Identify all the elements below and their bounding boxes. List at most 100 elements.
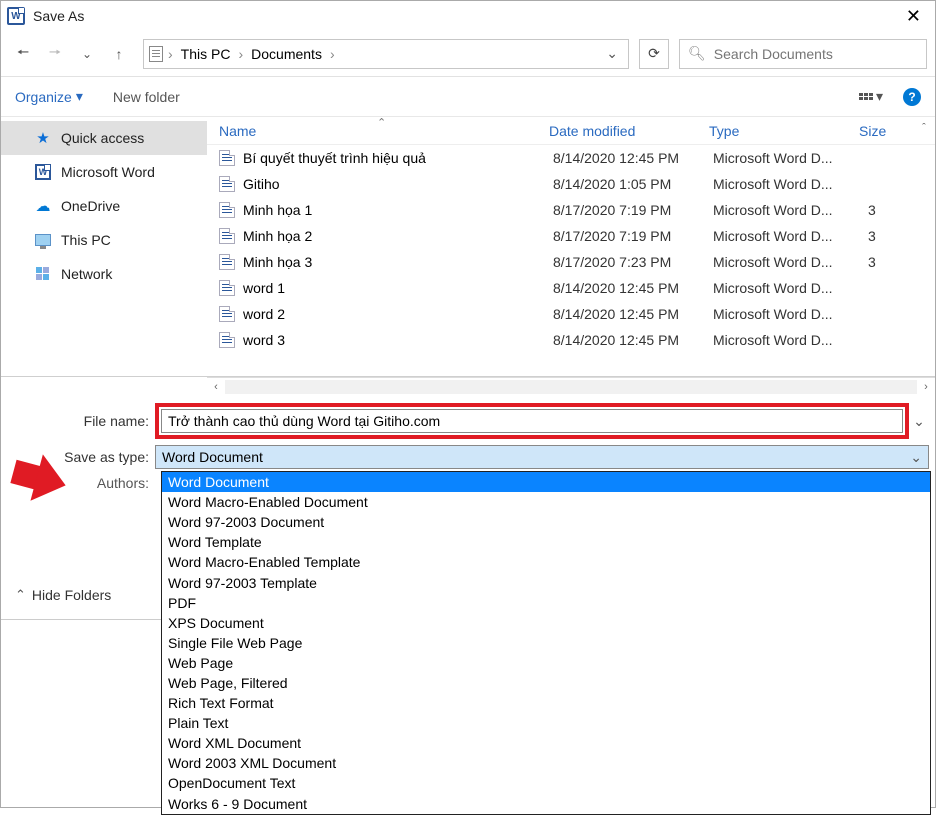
dropdown-option[interactable]: OpenDocument Text — [162, 773, 930, 793]
dropdown-option[interactable]: Rich Text Format — [162, 693, 930, 713]
search-icon: 🔍︎ — [688, 45, 706, 62]
col-header-type[interactable]: Type — [709, 123, 859, 139]
file-date: 8/17/2020 7:19 PM — [553, 202, 713, 218]
file-size: 3 — [868, 254, 876, 270]
file-name: word 1 — [243, 280, 553, 296]
dropdown-option[interactable]: Web Page — [162, 653, 930, 673]
word-doc-icon — [219, 228, 235, 244]
sidebar-item-label: OneDrive — [61, 198, 120, 214]
hide-folders-label: Hide Folders — [32, 587, 111, 603]
toolbar: Organize ▾ New folder ▾ ? — [1, 77, 935, 117]
chevron-right-icon[interactable]: › — [238, 46, 243, 62]
file-type: Microsoft Word D... — [713, 150, 868, 166]
filename-row: File name: ⌄ — [7, 403, 929, 439]
filename-highlight — [155, 403, 909, 439]
word-icon: W — [35, 164, 51, 180]
breadcrumb[interactable]: › This PC › Documents › ⌄ — [143, 39, 629, 69]
word-doc-icon — [219, 176, 235, 192]
table-row[interactable]: word 28/14/2020 12:45 PMMicrosoft Word D… — [207, 301, 935, 327]
breadcrumb-dropdown-button[interactable]: ⌄ — [600, 45, 624, 62]
refresh-button[interactable]: ⟳ — [639, 39, 669, 69]
table-row[interactable]: Minh họa 38/17/2020 7:23 PMMicrosoft Wor… — [207, 249, 935, 275]
table-row[interactable]: Bí quyết thuyết trình hiệu quả8/14/2020 … — [207, 145, 935, 171]
organize-button[interactable]: Organize ▾ — [15, 88, 83, 105]
file-name: Minh họa 2 — [243, 228, 553, 244]
navbar: 🠔 🠖 ⌄ ↑ › This PC › Documents › ⌄ ⟳ 🔍︎ — [1, 31, 935, 77]
dropdown-option[interactable]: Word Macro-Enabled Document — [162, 492, 930, 512]
sidebar-item-word[interactable]: W Microsoft Word — [1, 155, 207, 189]
file-name: Minh họa 3 — [243, 254, 553, 270]
view-options-button[interactable]: ▾ — [859, 88, 883, 105]
sidebar-item-label: Network — [61, 266, 112, 282]
chevron-down-icon: ▾ — [876, 88, 883, 105]
breadcrumb-documents[interactable]: Documents — [247, 44, 326, 64]
file-type: Microsoft Word D... — [713, 254, 868, 270]
file-name: word 3 — [243, 332, 553, 348]
file-size: 3 — [868, 202, 876, 218]
dropdown-option[interactable]: Word Document — [162, 472, 930, 492]
dropdown-option[interactable]: Word 2003 XML Document — [162, 753, 930, 773]
file-date: 8/14/2020 12:45 PM — [553, 332, 713, 348]
breadcrumb-this-pc[interactable]: This PC — [177, 44, 235, 64]
close-icon[interactable]: ✕ — [898, 4, 929, 29]
scroll-right-icon[interactable]: › — [917, 381, 935, 393]
dropdown-option[interactable]: Web Page, Filtered — [162, 673, 930, 693]
star-icon: ★ — [35, 130, 51, 146]
search-box[interactable]: 🔍︎ — [679, 39, 927, 69]
breadcrumb-file-icon — [148, 46, 164, 62]
scroll-left-icon[interactable]: ‹ — [207, 381, 225, 393]
saveastype-dropdown[interactable]: Word DocumentWord Macro-Enabled Document… — [161, 471, 931, 815]
saveastype-row: Save as type: Word Document ⌄ — [7, 445, 929, 469]
saveastype-select[interactable]: Word Document ⌄ — [155, 445, 929, 469]
scroll-track[interactable] — [225, 380, 917, 394]
table-row[interactable]: Minh họa 18/17/2020 7:19 PMMicrosoft Wor… — [207, 197, 935, 223]
file-type: Microsoft Word D... — [713, 280, 868, 296]
file-date: 8/14/2020 12:45 PM — [553, 150, 713, 166]
nav-recent-button[interactable]: ⌄ — [73, 40, 101, 68]
file-type: Microsoft Word D... — [713, 306, 868, 322]
table-row[interactable]: word 38/14/2020 12:45 PMMicrosoft Word D… — [207, 327, 935, 353]
monitor-icon — [35, 232, 51, 248]
dropdown-option[interactable]: PDF — [162, 593, 930, 613]
file-name: Minh họa 1 — [243, 202, 553, 218]
sidebar-item-this-pc[interactable]: This PC — [1, 223, 207, 257]
sidebar-item-onedrive[interactable]: ☁ OneDrive — [1, 189, 207, 223]
table-row[interactable]: word 18/14/2020 12:45 PMMicrosoft Word D… — [207, 275, 935, 301]
chevron-right-icon[interactable]: › — [330, 46, 335, 62]
dropdown-option[interactable]: Plain Text — [162, 713, 930, 733]
dropdown-option[interactable]: Word XML Document — [162, 733, 930, 753]
sort-indicator-icon: ⌃ — [377, 116, 386, 129]
table-row[interactable]: Gitiho8/14/2020 1:05 PMMicrosoft Word D.… — [207, 171, 935, 197]
sidebar-item-label: Microsoft Word — [61, 164, 155, 180]
sidebar-item-quick-access[interactable]: ★ Quick access — [1, 121, 207, 155]
dropdown-option[interactable]: Word Template — [162, 532, 930, 552]
main-area: ★ Quick access W Microsoft Word ☁ OneDri… — [1, 117, 935, 377]
file-name: word 2 — [243, 306, 553, 322]
word-doc-icon — [219, 332, 235, 348]
search-input[interactable] — [714, 46, 918, 62]
dropdown-option[interactable]: Word 97-2003 Template — [162, 572, 930, 592]
col-header-size[interactable]: Size — [859, 123, 886, 139]
dropdown-option[interactable]: XPS Document — [162, 613, 930, 633]
new-folder-button[interactable]: New folder — [113, 89, 180, 105]
col-header-date[interactable]: Date modified — [549, 123, 709, 139]
help-icon[interactable]: ? — [903, 88, 921, 106]
word-doc-icon — [219, 306, 235, 322]
file-date: 8/14/2020 1:05 PM — [553, 176, 713, 192]
column-headers[interactable]: ⌃ Name Date modified Type Size — [207, 117, 935, 145]
filename-dropdown-icon[interactable]: ⌄ — [909, 413, 929, 430]
nav-up-button[interactable]: ↑ — [105, 40, 133, 68]
dropdown-option[interactable]: Word Macro-Enabled Template — [162, 552, 930, 572]
dropdown-option[interactable]: Works 6 - 9 Document — [162, 794, 930, 814]
chevron-down-icon: ▾ — [76, 88, 83, 105]
sidebar-item-network[interactable]: Network — [1, 257, 207, 291]
nav-back-button[interactable]: 🠔 — [9, 40, 37, 68]
hide-folders-button[interactable]: ⌃ Hide Folders — [15, 587, 111, 603]
chevron-right-icon[interactable]: › — [168, 46, 173, 62]
dropdown-option[interactable]: Word 97-2003 Document — [162, 512, 930, 532]
file-type: Microsoft Word D... — [713, 332, 868, 348]
horizontal-scrollbar[interactable]: ‹ › — [207, 377, 935, 395]
table-row[interactable]: Minh họa 28/17/2020 7:19 PMMicrosoft Wor… — [207, 223, 935, 249]
filename-input[interactable] — [161, 409, 903, 433]
dropdown-option[interactable]: Single File Web Page — [162, 633, 930, 653]
